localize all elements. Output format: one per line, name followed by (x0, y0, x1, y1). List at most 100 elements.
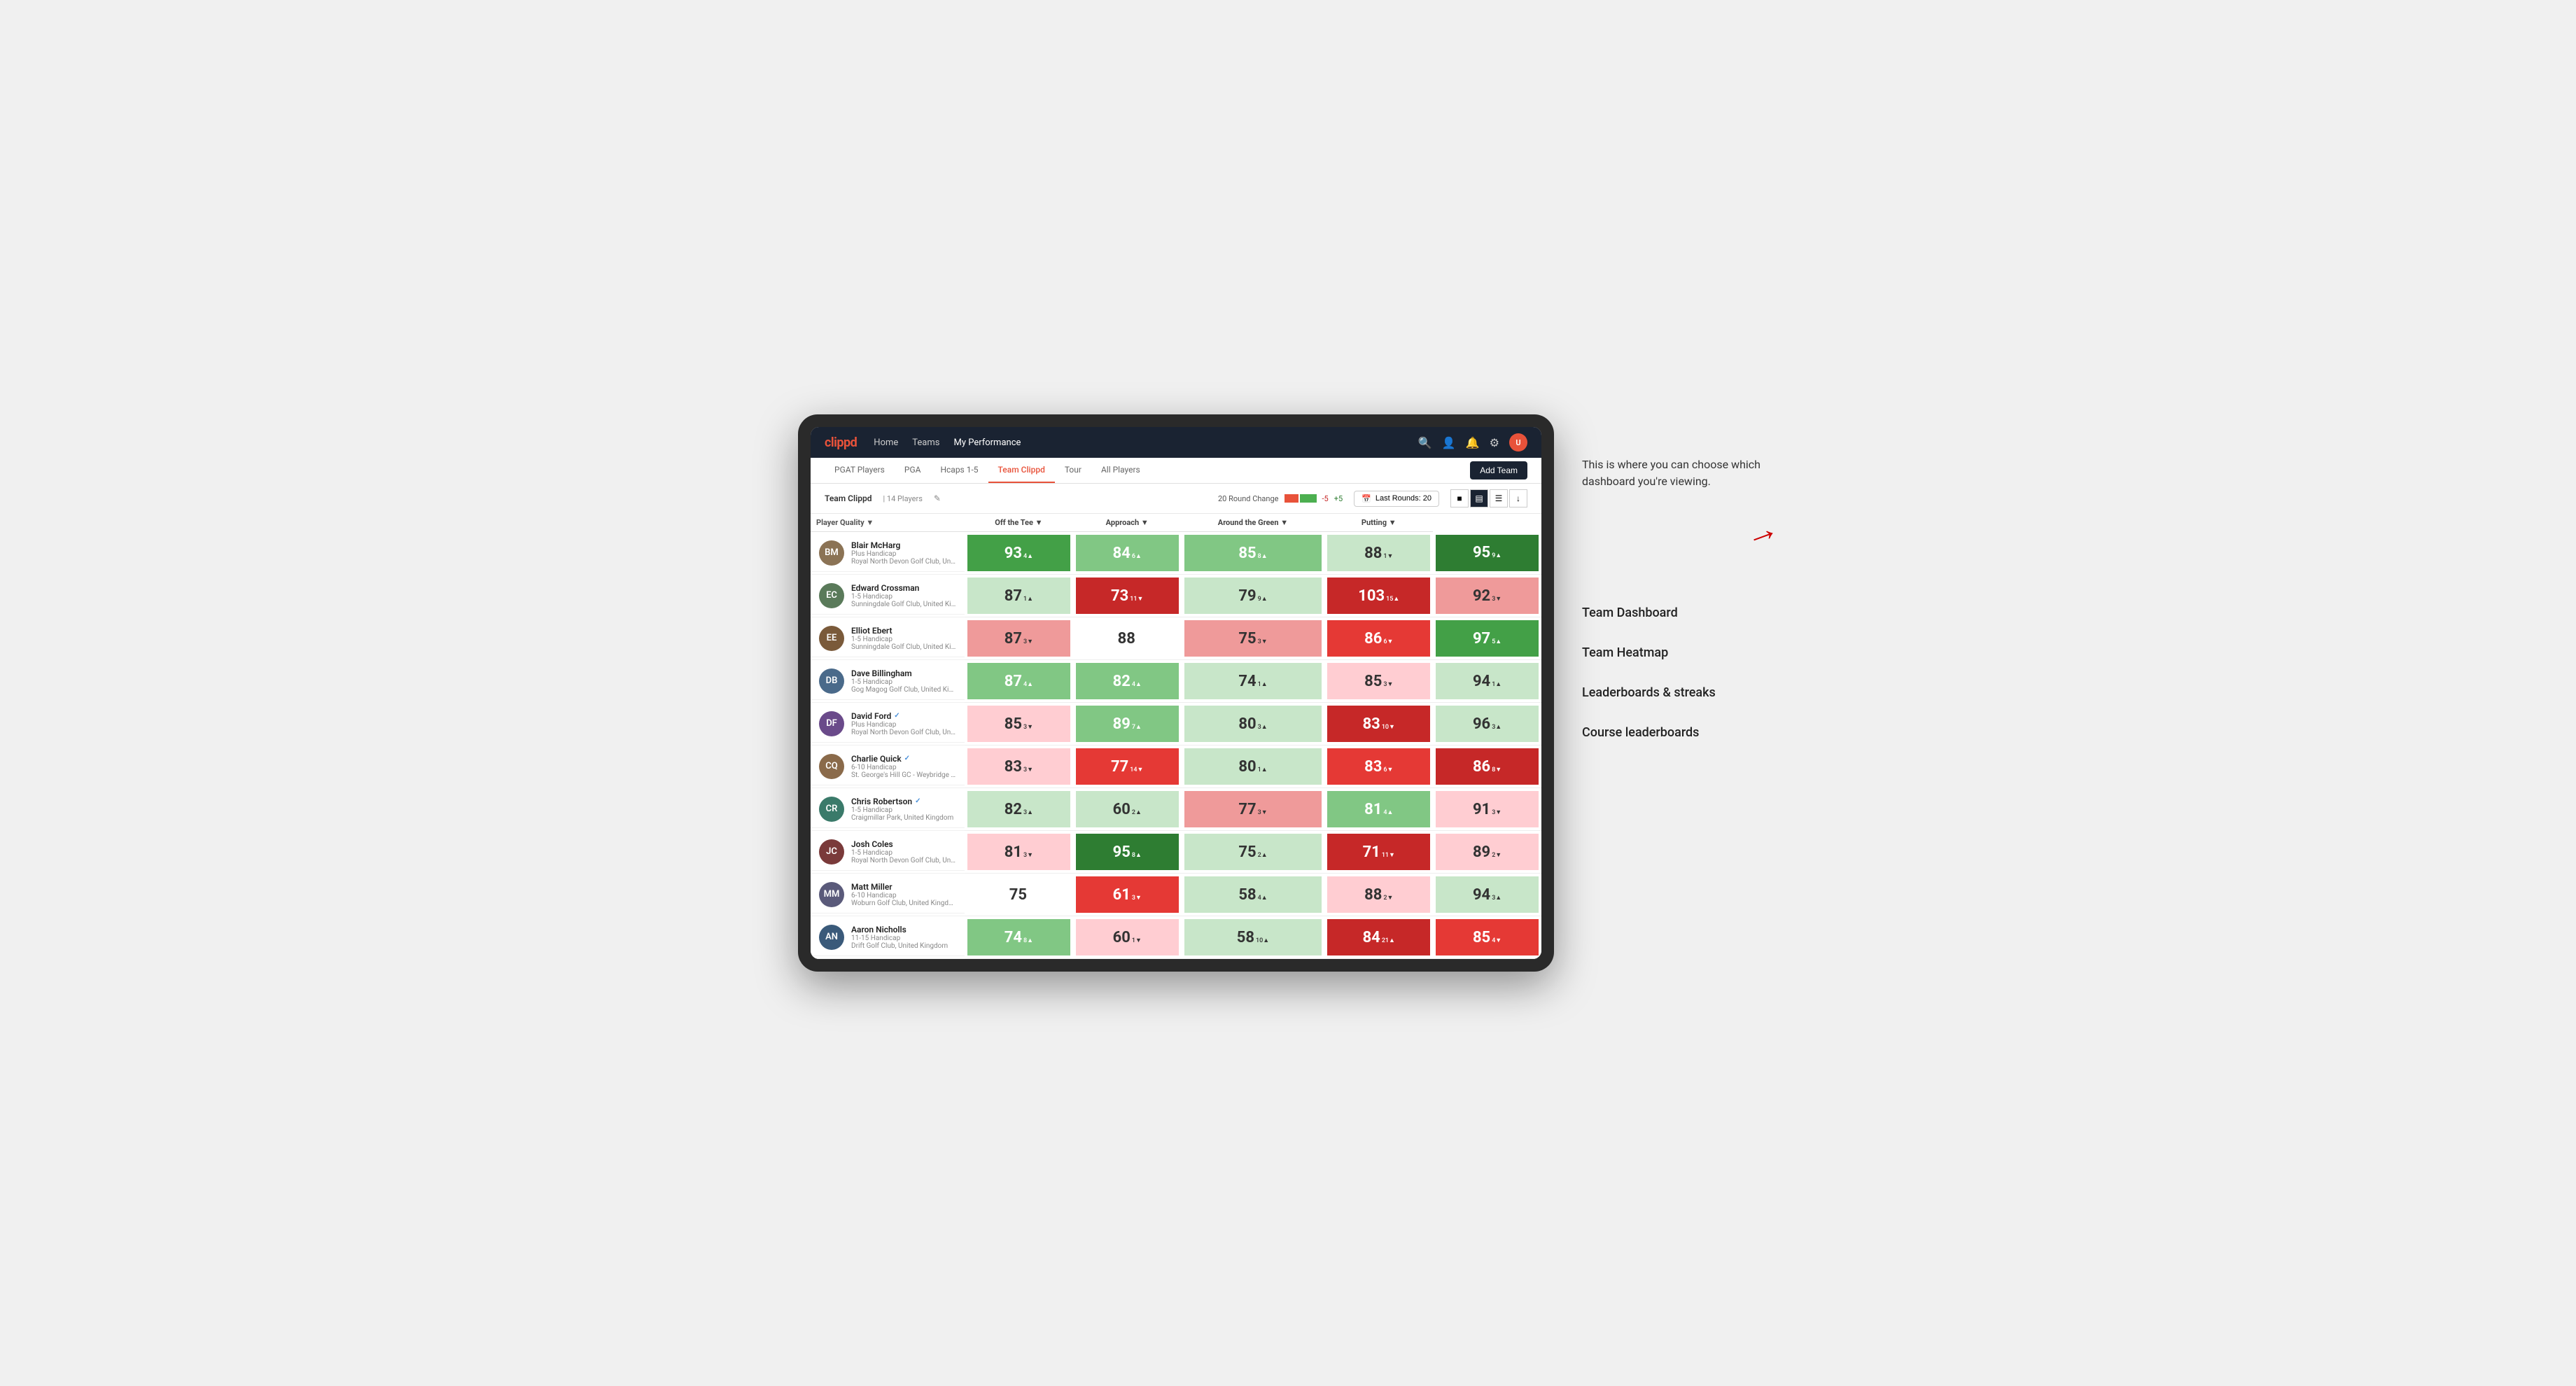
avatar: DB (819, 668, 844, 694)
score-change: 4▲ (1023, 552, 1033, 560)
player-cell[interactable]: DBDave Billingham1-5 HandicapGog Magog G… (811, 663, 965, 700)
player-club: Sunningdale Golf Club, United Kingdom (851, 643, 956, 651)
view-grid-button[interactable]: ■ (1450, 489, 1469, 507)
score-cell: 873▼ (965, 617, 1073, 660)
avatar: MM (819, 882, 844, 907)
score-box: 923▼ (1436, 578, 1539, 614)
player-cell[interactable]: ANAaron Nicholls11-15 HandicapDrift Golf… (811, 919, 965, 956)
score-box: 5810▲ (1184, 919, 1322, 955)
score-number: 88 (1364, 886, 1382, 904)
player-club: Sunningdale Golf Club, United Kingdom (851, 601, 956, 608)
player-cell[interactable]: ECEdward Crossman1-5 HandicapSunningdale… (811, 578, 965, 615)
score-cell: 892▼ (1433, 831, 1541, 874)
nav-teams[interactable]: Teams (912, 435, 939, 451)
avatar[interactable]: U (1509, 433, 1527, 451)
score-change: 10▲ (1256, 937, 1269, 944)
player-cell[interactable]: CQCharlie Quick ✓6-10 HandicapSt. George… (811, 748, 965, 785)
round-change: 20 Round Change -5 +5 (1218, 494, 1343, 503)
nav-links: Home Teams My Performance (874, 435, 1401, 451)
tab-all-players[interactable]: All Players (1091, 458, 1150, 483)
score-change: 2▼ (1383, 894, 1393, 902)
player-name: Matt Miller (851, 882, 956, 892)
player-handicap: 1-5 Handicap (851, 636, 956, 643)
score-number: 85 (1004, 715, 1022, 733)
team-info-bar: Team Clippd | 14 Players ✎ 20 Round Chan… (811, 484, 1541, 514)
score-number: 93 (1004, 545, 1022, 562)
score-cell: 882▼ (1324, 874, 1433, 916)
score-box: 824▲ (1076, 663, 1179, 699)
score-number: 86 (1473, 758, 1490, 776)
score-cell: 753▼ (1182, 617, 1325, 660)
player-club: Royal North Devon Golf Club, United King… (851, 558, 956, 566)
score-cell: 975▲ (1433, 617, 1541, 660)
score-number: 88 (1118, 630, 1135, 648)
score-change: 8▼ (1492, 766, 1502, 774)
score-box: 959▲ (1436, 535, 1539, 571)
score-box: 753▼ (1184, 620, 1322, 657)
score-box: 868▼ (1436, 748, 1539, 785)
score-box: 801▲ (1184, 748, 1322, 785)
score-number: 82 (1004, 801, 1022, 818)
last-rounds-button[interactable]: 📅 Last Rounds: 20 (1354, 491, 1439, 507)
tab-pgat-players[interactable]: PGAT Players (825, 458, 895, 483)
edit-icon[interactable]: ✎ (934, 493, 941, 503)
player-cell[interactable]: MMMatt Miller6-10 HandicapWoburn Golf Cl… (811, 876, 965, 913)
user-icon[interactable]: 👤 (1442, 436, 1456, 449)
score-box: 75 (967, 876, 1070, 913)
score-change: 1▲ (1258, 680, 1268, 688)
score-number: 103 (1358, 587, 1385, 605)
nav-home[interactable]: Home (874, 435, 898, 451)
column-headers: Player Quality ▼ Off the Tee ▼ Approach … (811, 514, 1541, 532)
player-cell[interactable]: DFDavid Ford ✓Plus HandicapRoyal North D… (811, 706, 965, 743)
score-change: 3▼ (1258, 638, 1268, 645)
score-number: 86 (1364, 630, 1382, 648)
score-number: 77 (1111, 758, 1128, 776)
score-box: 854▼ (1436, 919, 1539, 955)
score-change: 6▼ (1383, 766, 1393, 774)
score-number: 73 (1111, 587, 1128, 605)
settings-icon[interactable]: ⚙ (1490, 436, 1499, 449)
tab-team-clippd[interactable]: Team Clippd (988, 458, 1055, 483)
view-download-button[interactable]: ↓ (1509, 489, 1527, 507)
score-cell: 963▲ (1433, 703, 1541, 746)
player-handicap: 1-5 Handicap (851, 593, 956, 601)
score-box: 813▼ (967, 834, 1070, 870)
tab-pga[interactable]: PGA (895, 458, 931, 483)
score-number: 97 (1473, 630, 1490, 648)
avatar: EC (819, 583, 844, 608)
score-change: 3▼ (1383, 680, 1393, 688)
nav-my-performance[interactable]: My Performance (953, 435, 1021, 451)
score-number: 94 (1473, 886, 1490, 904)
player-handicap: 6-10 Handicap (851, 892, 956, 899)
table-row: CRChris Robertson ✓1-5 HandicapCraigmill… (811, 788, 1541, 831)
score-cell: 913▼ (1433, 788, 1541, 831)
tab-tour[interactable]: Tour (1055, 458, 1091, 483)
view-list-button[interactable]: ☰ (1490, 489, 1508, 507)
score-box: 881▼ (1327, 535, 1430, 571)
score-box: 897▲ (1076, 706, 1179, 742)
player-handicap: 11-15 Handicap (851, 934, 956, 942)
score-cell: 7111▼ (1324, 831, 1433, 874)
page-wrapper: clippd Home Teams My Performance 🔍 👤 🔔 ⚙… (798, 414, 1778, 972)
player-cell[interactable]: JCJosh Coles1-5 HandicapRoyal North Devo… (811, 834, 965, 871)
player-cell[interactable]: BMBlair McHargPlus HandicapRoyal North D… (811, 535, 965, 572)
score-change: 8▲ (1258, 552, 1268, 560)
score-box: 7111▼ (1327, 834, 1430, 870)
header-around-green: Around the Green ▼ (1182, 514, 1325, 532)
player-name: Josh Coles (851, 839, 956, 849)
score-number: 95 (1113, 844, 1130, 861)
player-cell[interactable]: CRChris Robertson ✓1-5 HandicapCraigmill… (811, 791, 965, 828)
tab-hcaps[interactable]: Hcaps 1-5 (930, 458, 988, 483)
score-number: 94 (1473, 673, 1490, 690)
bell-icon[interactable]: 🔔 (1466, 436, 1480, 449)
search-icon[interactable]: 🔍 (1418, 436, 1432, 449)
score-cell: 853▼ (965, 703, 1073, 746)
add-team-button[interactable]: Add Team (1470, 461, 1527, 479)
annotation-intro: This is where you can choose which dashb… (1582, 456, 1778, 490)
view-heatmap-button[interactable]: ▤ (1470, 489, 1488, 507)
score-box: 613▼ (1076, 876, 1179, 913)
score-change: 1▼ (1132, 937, 1142, 944)
header-off-tee: Off the Tee ▼ (965, 514, 1073, 532)
score-change: 3▼ (1492, 595, 1502, 603)
player-cell[interactable]: EEElliot Ebert1-5 HandicapSunningdale Go… (811, 620, 965, 657)
